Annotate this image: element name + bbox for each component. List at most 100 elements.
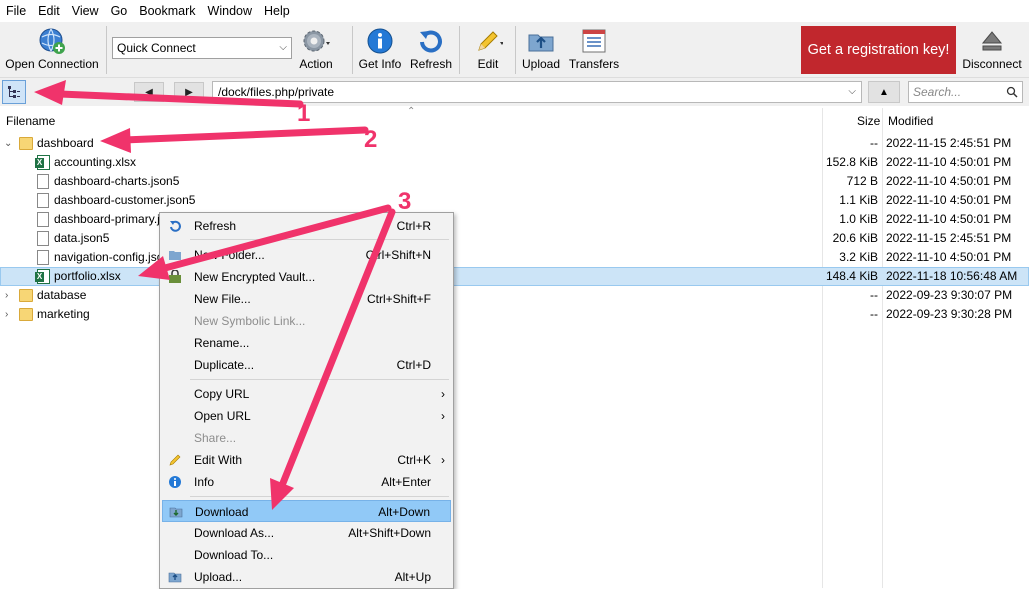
chevron-down-icon[interactable]: ⌄	[4, 134, 12, 153]
chevron-right-icon: ›	[441, 409, 445, 423]
download-folder-icon	[169, 507, 183, 518]
toggle-tree-view-button[interactable]	[2, 80, 26, 104]
menu-item-copy-url[interactable]: Copy URL ›	[162, 383, 451, 405]
document-icon	[37, 193, 49, 208]
excel-file-icon	[35, 269, 50, 284]
refresh-button[interactable]: Refresh	[408, 24, 454, 76]
menu-item-shortcut: Alt+Down	[378, 505, 430, 519]
edit-button[interactable]: Edit	[462, 24, 514, 76]
menu-file[interactable]: File	[0, 0, 32, 22]
menu-item-edit-with[interactable]: Edit With Ctrl+K ›	[162, 449, 451, 471]
chevron-right-icon: ›	[441, 387, 445, 401]
column-modified[interactable]: Modified	[888, 114, 933, 128]
chevron-right-icon[interactable]: ›	[5, 305, 8, 324]
file-size: 20.6 KiB	[832, 231, 878, 245]
get-info-button[interactable]: Get Info	[356, 24, 404, 76]
file-row[interactable]: navigation-config.json5 3.2 KiB 2022-11-…	[0, 248, 1029, 267]
menu-edit[interactable]: Edit	[32, 0, 66, 22]
action-button[interactable]: Action	[294, 24, 338, 76]
menu-item-rename[interactable]: Rename...	[162, 332, 451, 354]
menu-view[interactable]: View	[66, 0, 105, 22]
menu-item-duplicate[interactable]: Duplicate... Ctrl+D	[162, 354, 451, 376]
file-modified: 2022-11-15 2:45:51 PM	[886, 231, 1012, 245]
quick-connect-select[interactable]: Quick Connect ⌵	[112, 37, 292, 59]
file-modified: 2022-11-18 10:56:48 AM	[886, 269, 1018, 283]
menu-item-download-to[interactable]: Download To...	[162, 544, 451, 566]
file-size: --	[870, 288, 878, 302]
globe-icon	[39, 28, 65, 54]
file-row-marketing[interactable]: › marketing -- 2022-09-23 9:30:28 PM	[0, 305, 1029, 324]
menu-window[interactable]: Window	[202, 0, 258, 22]
folder-icon	[19, 308, 33, 321]
menu-item-new-folder[interactable]: New Folder... Ctrl+Shift+N	[162, 244, 451, 266]
file-row[interactable]: dashboard-primary.json5 1.0 KiB 2022-11-…	[0, 210, 1029, 229]
menu-item-label: New Folder...	[194, 248, 265, 262]
file-row[interactable]: accounting.xlsx 152.8 KiB 2022-11-10 4:5…	[0, 153, 1029, 172]
menu-item-refresh[interactable]: Refresh Ctrl+R	[162, 215, 451, 237]
file-row-database[interactable]: › database -- 2022-09-23 9:30:07 PM	[0, 286, 1029, 305]
file-name: dashboard	[37, 136, 94, 150]
open-connection-button[interactable]: Open Connection	[4, 24, 100, 76]
chevron-down-icon: ⌵	[848, 86, 856, 97]
file-modified: 2022-11-10 4:50:01 PM	[886, 174, 1012, 188]
menu-item-label: Copy URL	[194, 387, 250, 401]
file-row[interactable]: dashboard-charts.json5 712 B 2022-11-10 …	[0, 172, 1029, 191]
menu-item-new-symbolic-link: New Symbolic Link...	[162, 310, 451, 332]
file-row[interactable]: dashboard-customer.json5 1.1 KiB 2022-11…	[0, 191, 1029, 210]
file-size: 712 B	[846, 174, 878, 188]
file-modified: 2022-11-10 4:50:01 PM	[886, 250, 1012, 264]
back-button[interactable]: ◀	[134, 82, 164, 102]
toolbar: Open Connection Quick Connect ⌵ Action G…	[0, 22, 1029, 78]
pencil-icon	[169, 454, 181, 466]
menu-item-info[interactable]: Info Alt+Enter	[162, 471, 451, 493]
get-info-label: Get Info	[358, 57, 402, 71]
menu-item-label: Duplicate...	[194, 358, 255, 372]
menu-item-shortcut: Ctrl+R	[396, 219, 431, 233]
refresh-label: Refresh	[409, 57, 453, 71]
menu-bookmark[interactable]: Bookmark	[133, 0, 201, 22]
menu-item-download-as[interactable]: Download As... Alt+Shift+Down	[162, 522, 451, 544]
arrow-up-icon: ▲	[879, 86, 889, 98]
menu-item-new-encrypted-vault[interactable]: New Encrypted Vault...	[162, 266, 451, 288]
file-row-selected[interactable]: portfolio.xlsx 148.4 KiB 2022-11-18 10:5…	[0, 267, 1029, 286]
menu-item-label: Open URL	[194, 409, 251, 423]
file-modified: 2022-09-23 9:30:28 PM	[886, 307, 1013, 321]
document-icon	[37, 212, 49, 227]
menu-separator	[190, 379, 449, 380]
disconnect-label: Disconnect	[962, 57, 1022, 71]
menu-item-label: New Encrypted Vault...	[194, 270, 316, 284]
arrow-right-icon: ▶	[185, 86, 193, 98]
file-modified: 2022-11-15 2:45:51 PM	[886, 136, 1012, 150]
menu-go[interactable]: Go	[105, 0, 134, 22]
menu-item-shortcut: Ctrl+Shift+N	[365, 248, 431, 262]
navigation-bar: ◀ ▶ /dock/files.php/private ⌵ ▲ Search..…	[0, 78, 1029, 106]
file-name: dashboard-customer.json5	[54, 193, 196, 207]
file-row[interactable]: data.json5 20.6 KiB 2022-11-15 2:45:51 P…	[0, 229, 1029, 248]
file-modified: 2022-11-10 4:50:01 PM	[886, 212, 1012, 226]
disconnect-button[interactable]: Disconnect	[958, 24, 1026, 76]
parent-directory-button[interactable]: ▲	[868, 81, 900, 103]
column-size[interactable]: Size	[857, 114, 880, 128]
menu-help[interactable]: Help	[258, 0, 296, 22]
search-input[interactable]: Search...	[908, 81, 1023, 103]
file-name: marketing	[37, 307, 90, 321]
chevron-right-icon[interactable]: ›	[5, 286, 8, 305]
menu-item-shortcut: Alt+Enter	[381, 475, 431, 489]
menu-bar: File Edit View Go Bookmark Window Help	[0, 0, 1029, 22]
registration-key-button[interactable]: Get a registration key!	[801, 26, 956, 74]
menu-item-open-url[interactable]: Open URL ›	[162, 405, 451, 427]
transfers-label: Transfers	[568, 57, 620, 71]
forward-button[interactable]: ▶	[174, 82, 204, 102]
menu-item-download[interactable]: Download Alt+Down	[162, 500, 451, 522]
menu-item-new-file[interactable]: New File... Ctrl+Shift+F	[162, 288, 451, 310]
open-connection-label: Open Connection	[5, 57, 99, 71]
upload-label: Upload	[521, 57, 561, 71]
file-name: dashboard-charts.json5	[54, 174, 180, 188]
menu-item-upload[interactable]: Upload... Alt+Up	[162, 566, 451, 588]
column-filename[interactable]: Filename	[6, 114, 55, 128]
upload-button[interactable]: Upload	[518, 24, 564, 76]
menu-item-label: Edit With	[194, 453, 243, 467]
transfers-button[interactable]: Transfers	[568, 24, 620, 76]
file-row-dashboard[interactable]: ⌄ dashboard -- 2022-11-15 2:45:51 PM	[0, 134, 1029, 153]
excel-file-icon	[35, 155, 50, 170]
